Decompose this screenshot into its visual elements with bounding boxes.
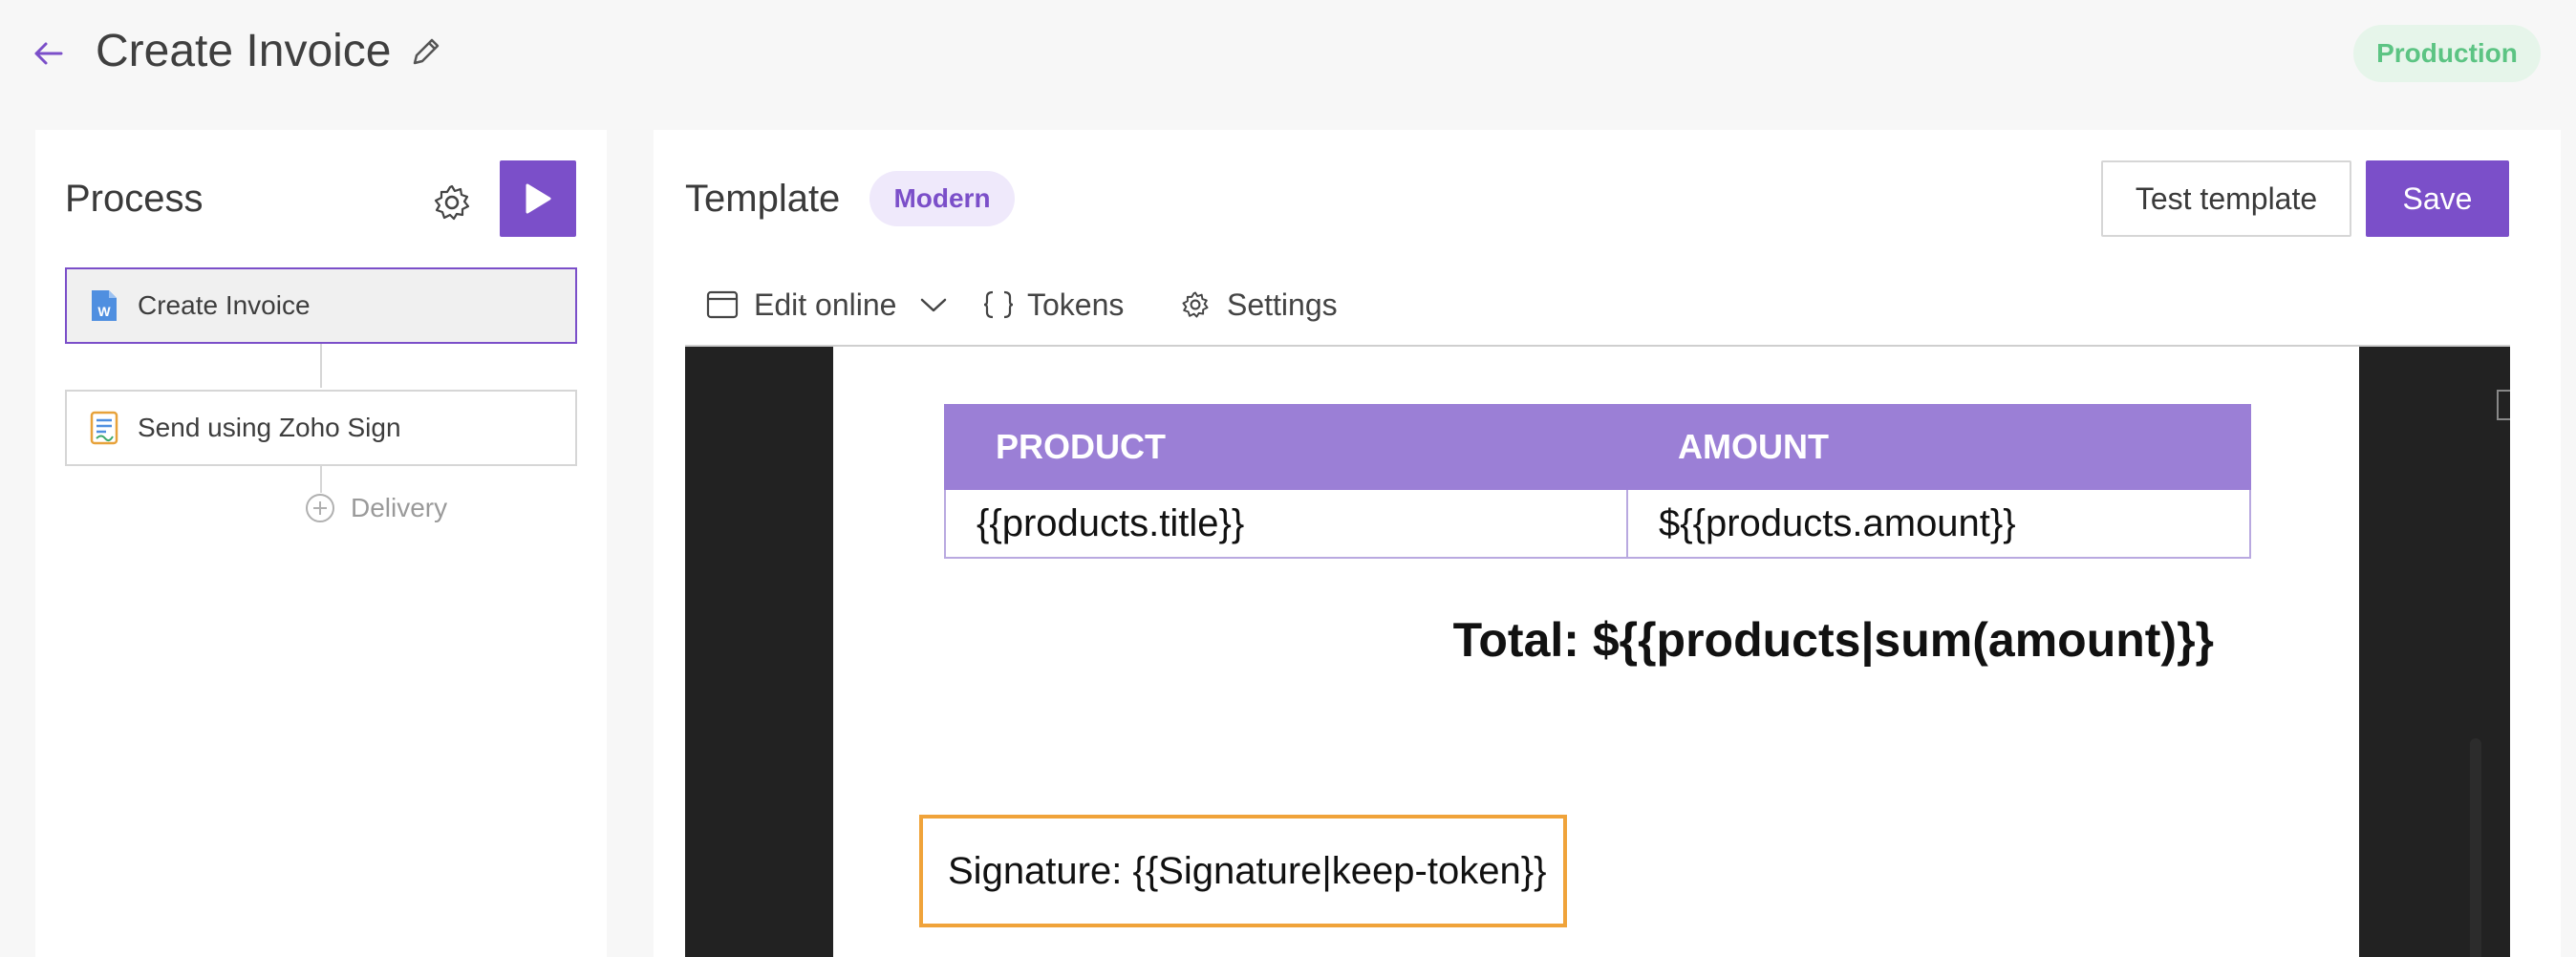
pencil-icon[interactable] [407,32,445,71]
document-viewer[interactable]: PRODUCT AMOUNT {{products.title}} ${{pro… [685,345,2510,957]
tab-label: Edit online [754,287,897,322]
step-label: Create Invoice [138,290,311,320]
tab-label: Settings [1227,287,1338,322]
tab-label: Tokens [1027,287,1125,322]
save-button[interactable]: Save [2366,160,2509,237]
document-page: PRODUCT AMOUNT {{products.title}} ${{pro… [833,347,2359,957]
template-panel: Template Modern Test template Save Edit … [654,130,2561,957]
document-total: Total: ${{products|sum(amount)}} [1452,613,2214,667]
test-template-button[interactable]: Test template [2101,160,2351,237]
tab-tokens[interactable]: Tokens [981,281,1124,329]
viewer-scrollbar[interactable] [2470,738,2481,957]
braces-icon [983,290,1014,319]
add-delivery-label: Delivery [351,493,448,522]
gear-icon [1182,291,1209,318]
gear-icon[interactable] [430,181,474,224]
signature-field[interactable]: Signature: {{Signature|keep-token}} [919,815,1567,927]
table-cell-title: {{products.title}} [944,488,1628,559]
products-table: PRODUCT AMOUNT {{products.title}} ${{pro… [944,404,2251,559]
arrow-left-icon[interactable] [29,34,67,73]
template-title: Template [685,178,841,220]
table-cell-amount: ${{products.amount}} [1626,488,2251,559]
page-title: Create Invoice [96,26,392,76]
plus-circle-icon [306,494,334,522]
environment-badge: Production [2353,25,2541,82]
zoho-sign-icon [90,411,118,445]
viewer-edge-icon [2497,390,2510,420]
step-connector [320,466,322,493]
svg-text:W: W [97,304,111,319]
process-panel: Process W Create Invoice Send using Zoho… [35,130,607,957]
window-icon [706,290,739,319]
template-style-badge: Modern [869,171,1015,226]
table-row: {{products.title}} ${{products.amount}} [944,488,2251,559]
run-process-button[interactable] [500,160,576,237]
tab-edit-online[interactable]: Edit online [706,281,948,329]
table-header-amount: AMOUNT [1626,404,2251,490]
step-send-zoho-sign[interactable]: Send using Zoho Sign [65,390,577,466]
process-title: Process [65,178,204,220]
add-delivery-button[interactable]: Delivery [305,493,447,523]
step-create-invoice[interactable]: W Create Invoice [65,267,577,344]
step-connector [320,344,322,388]
word-doc-icon: W [92,290,117,321]
chevron-down-icon[interactable] [919,295,948,314]
step-label: Send using Zoho Sign [138,413,401,442]
table-header-product: PRODUCT [944,404,1628,490]
page-header: Create Invoice Production [0,0,2576,115]
tab-settings[interactable]: Settings [1179,281,1338,329]
play-icon [526,183,551,214]
